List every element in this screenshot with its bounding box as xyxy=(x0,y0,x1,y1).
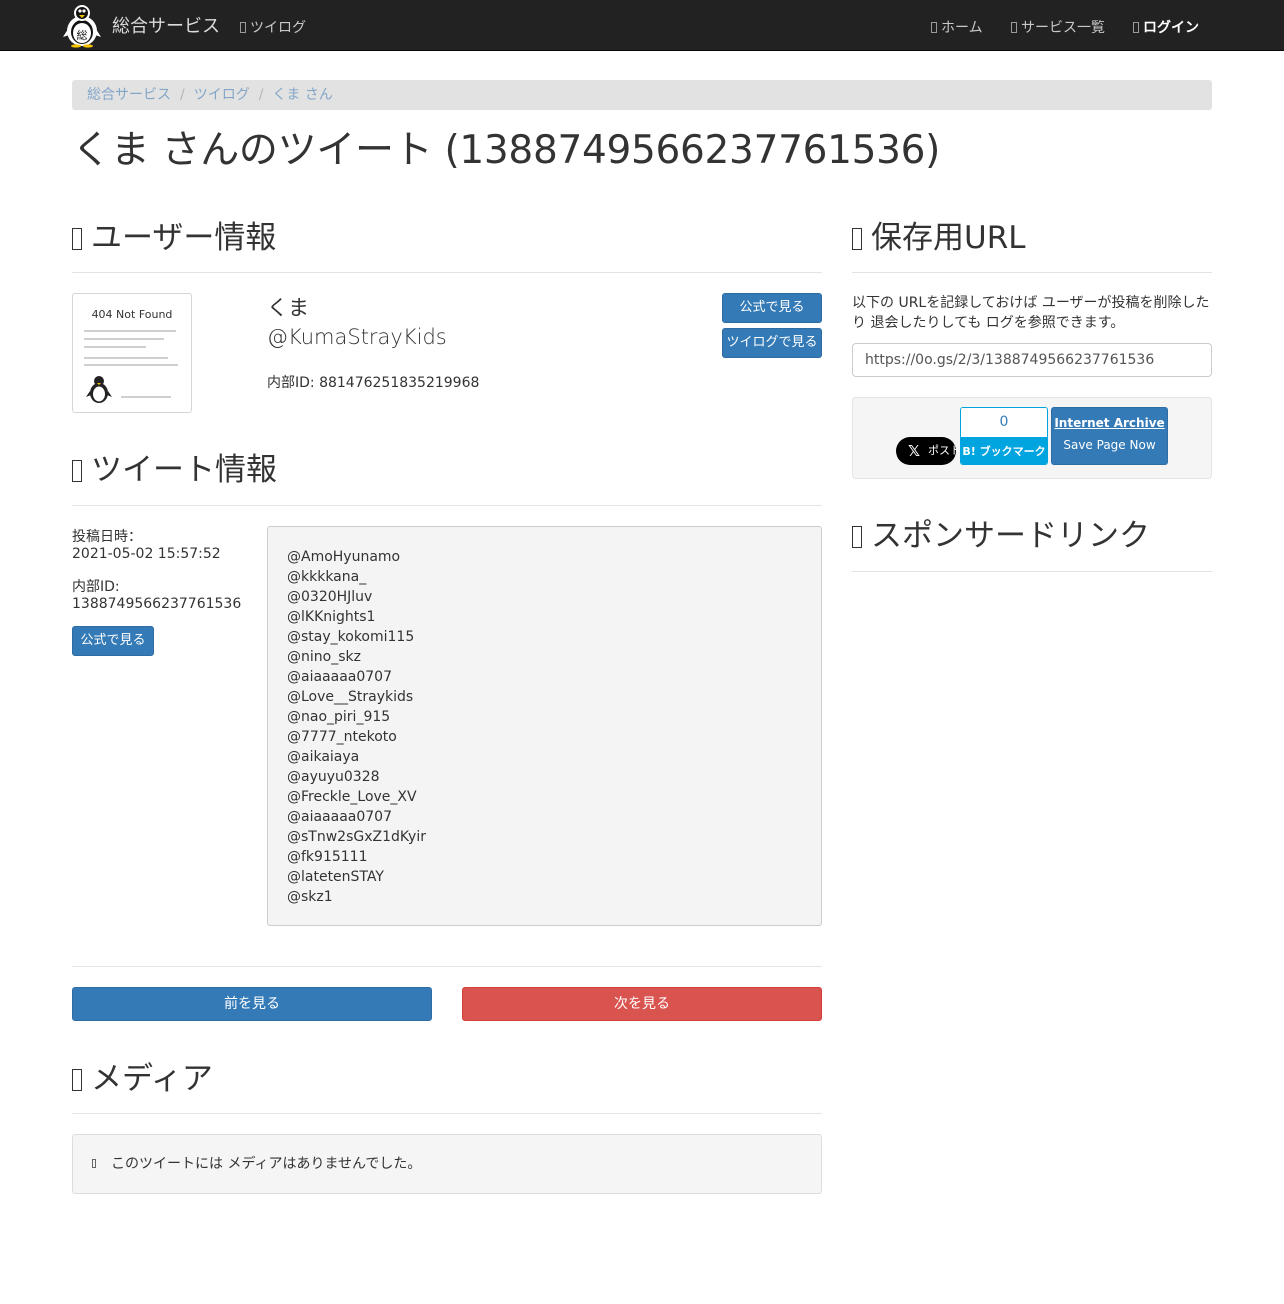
list-icon xyxy=(1011,22,1017,33)
tweet-info-heading-label: ツイート情報 xyxy=(91,452,277,488)
home-icon xyxy=(931,22,937,33)
save-icon xyxy=(852,228,862,250)
avatar-line xyxy=(84,364,178,366)
brand-link[interactable]: 総 総合サービス xyxy=(60,0,220,50)
save-url-heading-label: 保存用URL xyxy=(871,220,1026,256)
mention[interactable]: @lKKnights1 xyxy=(287,607,802,627)
avatar-line xyxy=(84,338,164,340)
hatena-count: 0 xyxy=(961,408,1047,437)
breadcrumb-item[interactable]: ツイログ xyxy=(194,87,250,103)
user-handle: @KumaStrayKids xyxy=(267,325,447,349)
breadcrumb-separator: / xyxy=(180,87,185,103)
divider xyxy=(72,505,822,506)
info-icon xyxy=(92,1159,96,1168)
no-media-message: このツイートには メディアはありませんでした。 xyxy=(111,1156,422,1172)
comment-icon xyxy=(72,460,82,482)
nav-services-label: サービス一覧 xyxy=(1021,20,1105,36)
avatar: 404 Not Found xyxy=(72,293,192,413)
divider xyxy=(72,272,822,273)
divider xyxy=(852,272,1212,273)
breadcrumb-item[interactable]: くま さん xyxy=(272,87,332,103)
nav-twilog-label: ツイログ xyxy=(250,20,306,36)
navbar: 総 総合サービス ツイログ ホーム サービス一覧 ログイン xyxy=(0,0,1284,51)
nav-twilog[interactable]: ツイログ xyxy=(240,17,306,37)
tweet-info-heading: ツイート情報 xyxy=(72,450,277,490)
user-icon xyxy=(72,228,82,250)
sponsored-links-heading-label: スポンサードリンク xyxy=(871,518,1150,554)
hatena-bookmark-button[interactable]: 0 B! ブックマーク xyxy=(960,407,1048,465)
view-official-user-button[interactable]: 公式で見る xyxy=(722,293,822,323)
save-url-description: 以下の URLを記録しておけば ユーザーが投稿を削除したり 退会したりしても ロ… xyxy=(852,295,1210,331)
tweet-body: @AmoHyunamo @kkkkana_ @0320HJluv @lKKnig… xyxy=(267,526,822,926)
prev-button[interactable]: 前を見る xyxy=(72,987,432,1021)
x-post-button[interactable]: 𝕏 ポスト xyxy=(896,437,961,465)
mention[interactable]: @7777_ntekoto xyxy=(287,727,802,747)
mention[interactable]: @Freckle_Love_XV xyxy=(287,787,802,807)
sponsored-links-heading: スポンサードリンク xyxy=(852,516,1150,556)
mention[interactable]: @Love__Straykids xyxy=(287,687,802,707)
brand-name: 総合サービス xyxy=(112,16,220,37)
divider xyxy=(852,571,1212,572)
mention[interactable]: @skz1 xyxy=(287,887,802,907)
view-twilog-button[interactable]: ツイログで見る xyxy=(722,328,822,358)
hatena-label: B! ブックマーク xyxy=(961,437,1047,464)
save-page-now-label: Save Page Now xyxy=(1063,438,1156,452)
mention[interactable]: @0320HJluv xyxy=(287,587,802,607)
user-internal-id: 内部ID: 881476251835219968 xyxy=(267,375,480,391)
breadcrumb-separator: / xyxy=(258,87,264,103)
mention[interactable]: @ayuyu0328 xyxy=(287,767,802,787)
penguin-logo-icon: 総 xyxy=(63,5,101,48)
mention[interactable]: @aiaaaaa0707 xyxy=(287,667,802,687)
no-media-alert: このツイートには メディアはありませんでした。 xyxy=(72,1134,822,1194)
mention[interactable]: @nino_skz xyxy=(287,647,802,667)
link-icon xyxy=(852,526,862,548)
nav-home[interactable]: ホーム xyxy=(931,17,983,37)
user-info-heading-label: ユーザー情報 xyxy=(91,220,277,256)
page-title: くま さんのツイート (1388749566237761536) xyxy=(72,128,941,173)
picture-icon xyxy=(72,1069,82,1091)
user-info-heading: ユーザー情報 xyxy=(72,218,276,258)
nav-services[interactable]: サービス一覧 xyxy=(1011,17,1105,37)
avatar-line xyxy=(84,357,168,359)
divider xyxy=(72,1113,822,1114)
mention[interactable]: @stay_kokomi115 xyxy=(287,627,802,647)
divider xyxy=(72,966,822,967)
save-url-heading: 保存用URL xyxy=(852,218,1026,258)
twilog-icon xyxy=(240,22,246,33)
avatar-penguin-icon xyxy=(86,376,112,403)
mention[interactable]: @nao_piri_915 xyxy=(287,707,802,727)
mention[interactable]: @sTnw2sGxZ1dKyir xyxy=(287,827,802,847)
mention[interactable]: @kkkkana_ xyxy=(287,567,802,587)
breadcrumb-item[interactable]: 総合サービス xyxy=(87,87,171,103)
login-icon xyxy=(1133,22,1139,33)
internet-archive-title: Internet Archive xyxy=(1054,416,1165,430)
posted-datetime: 2021-05-02 15:57:52 xyxy=(72,546,221,562)
x-post-label: ポスト xyxy=(928,444,961,457)
view-official-tweet-button[interactable]: 公式で見る xyxy=(72,626,154,656)
mention[interactable]: @aiaaaaa0707 xyxy=(287,807,802,827)
media-heading-label: メディア xyxy=(91,1061,213,1097)
mention[interactable]: @fk915111 xyxy=(287,847,802,867)
internet-archive-button[interactable]: Internet Archive Save Page Now xyxy=(1051,407,1168,465)
avatar-404-text: 404 Not Found xyxy=(91,308,173,321)
mention[interactable]: @AmoHyunamo xyxy=(287,547,802,567)
user-name: くま xyxy=(267,296,309,320)
mention[interactable]: @aikaiaya xyxy=(287,747,802,767)
save-url-field[interactable]: https://0o.gs/2/3/1388749566237761536 xyxy=(852,343,1212,377)
tweet-id-label: 内部ID: xyxy=(72,579,120,595)
posted-label: 投稿日時： xyxy=(72,529,142,545)
avatar-footer-line xyxy=(121,396,171,398)
nav-login-label: ログイン xyxy=(1143,20,1199,36)
tweet-id-value: 1388749566237761536 xyxy=(72,596,242,612)
logo-glyph: 総 xyxy=(77,28,88,42)
nav-login[interactable]: ログイン xyxy=(1133,17,1199,37)
next-button[interactable]: 次を見る xyxy=(462,987,822,1021)
avatar-line xyxy=(84,330,176,332)
nav-home-label: ホーム xyxy=(941,20,983,36)
avatar-line xyxy=(84,346,146,348)
media-heading: メディア xyxy=(72,1059,213,1099)
breadcrumb: 総合サービス / ツイログ / くま さん xyxy=(72,80,1212,110)
mention[interactable]: @latetenSTAY xyxy=(287,867,802,887)
x-logo-icon: 𝕏 xyxy=(908,442,921,460)
